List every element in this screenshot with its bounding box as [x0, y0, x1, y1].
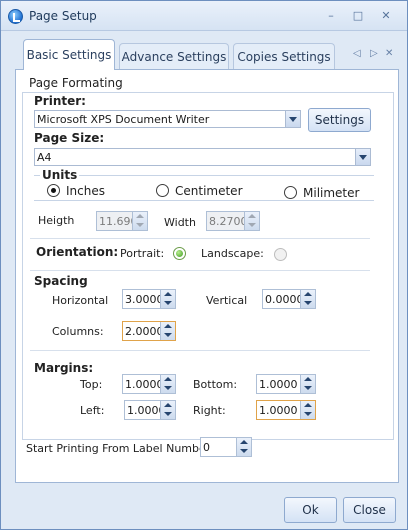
columns-label: Columns:	[52, 325, 104, 338]
close-icon[interactable]: ✕	[379, 9, 393, 23]
printer-select[interactable]: Microsoft XPS Document Writer	[34, 110, 301, 128]
minimize-icon[interactable]: –	[324, 9, 338, 23]
maximize-icon[interactable]: □	[351, 9, 365, 23]
bottom-margin-value: 1.0000	[259, 378, 298, 391]
horizontal-stepper-arrows[interactable]	[160, 290, 175, 308]
units-milimeter-label[interactable]: Milimeter	[303, 186, 359, 200]
window-title: Page Setup	[29, 9, 97, 23]
left-margin-stepper[interactable]: 1.0000	[124, 400, 176, 420]
vertical-stepper-arrows[interactable]	[300, 290, 315, 308]
portrait-radio[interactable]	[173, 247, 186, 260]
tab-prev-icon[interactable]: ◁	[353, 48, 361, 59]
start-label-number-stepper[interactable]: 0	[200, 437, 252, 457]
printer-value: Microsoft XPS Document Writer	[37, 113, 210, 126]
divider	[30, 350, 370, 351]
start-label-number-value: 0	[203, 441, 210, 454]
units-label: Units	[40, 168, 80, 182]
page-formatting-legend: Page Formating	[27, 76, 125, 90]
page-size-label: Page Size:	[34, 131, 105, 145]
page-size-select[interactable]: A4	[34, 148, 371, 166]
top-margin-label: Top:	[80, 378, 103, 391]
app-icon	[8, 9, 23, 24]
vertical-spacing-stepper[interactable]: 0.0000	[262, 289, 316, 309]
horizontal-spacing-stepper[interactable]: 3.0000	[122, 289, 176, 309]
width-value: 8.2700	[209, 215, 248, 228]
margins-label: Margins:	[34, 361, 94, 375]
columns-value: 2.0000	[125, 325, 164, 338]
top-margin-value: 1.0000	[125, 378, 164, 391]
chevron-down-icon[interactable]	[355, 149, 370, 165]
columns-stepper-arrows[interactable]	[160, 322, 175, 340]
right-margin-label: Right:	[193, 404, 226, 417]
landscape-label: Landscape:	[201, 247, 264, 260]
height-stepper: 11.6900	[96, 211, 148, 231]
basic-settings-panel: Page Formating Printer: Microsoft XPS Do…	[15, 69, 399, 483]
tab-copies-settings[interactable]: Copies Settings	[233, 43, 335, 71]
left-margin-label: Left:	[80, 404, 105, 417]
top-margin-stepper-arrows[interactable]	[160, 375, 175, 393]
chevron-down-icon[interactable]	[285, 111, 300, 127]
height-stepper-arrows	[132, 212, 147, 230]
title-bar[interactable]: Page Setup – □ ✕	[1, 1, 407, 31]
right-margin-stepper-arrows[interactable]	[300, 401, 315, 419]
portrait-label: Portrait:	[120, 247, 165, 260]
top-margin-stepper[interactable]: 1.0000	[122, 374, 176, 394]
page-setup-window: Page Setup – □ ✕ Basic Settings Advance …	[0, 0, 408, 530]
columns-stepper[interactable]: 2.0000	[122, 321, 176, 341]
tab-close-icon[interactable]: ✕	[385, 48, 393, 59]
units-inches-label[interactable]: Inches	[66, 184, 105, 198]
divider	[30, 270, 370, 271]
bottom-margin-stepper-arrows[interactable]	[300, 375, 315, 393]
printer-settings-button[interactable]: Settings	[308, 108, 371, 132]
vertical-value: 0.0000	[265, 293, 304, 306]
start-label-number-stepper-arrows[interactable]	[236, 438, 251, 456]
start-printing-label: Start Printing From Label Number	[26, 442, 211, 455]
printer-label: Printer:	[34, 94, 86, 108]
right-margin-stepper[interactable]: 1.0000	[256, 400, 316, 420]
units-centimeter-label[interactable]: Centimeter	[175, 184, 243, 198]
horizontal-label: Horizontal	[52, 294, 109, 307]
units-inches-radio[interactable]	[47, 184, 60, 197]
tab-bar: Basic Settings Advance Settings Copies S…	[15, 39, 399, 71]
spacing-label: Spacing	[34, 274, 88, 288]
close-button[interactable]: Close	[343, 497, 396, 523]
bottom-margin-label: Bottom:	[193, 378, 238, 391]
tab-basic-settings[interactable]: Basic Settings	[23, 39, 115, 70]
divider	[30, 238, 370, 239]
tab-next-icon[interactable]: ▷	[370, 48, 378, 59]
width-stepper-arrows	[244, 212, 259, 230]
width-label: Width	[164, 216, 196, 229]
units-centimeter-radio[interactable]	[156, 184, 169, 197]
vertical-label: Vertical	[206, 294, 248, 307]
units-milimeter-radio[interactable]	[284, 186, 297, 199]
landscape-radio[interactable]	[274, 248, 287, 261]
horizontal-value: 3.0000	[125, 293, 164, 306]
height-label: Heigth	[38, 214, 75, 227]
page-size-value: A4	[37, 151, 52, 164]
bottom-margin-stepper[interactable]: 1.0000	[256, 374, 316, 394]
width-stepper: 8.2700	[206, 211, 260, 231]
right-margin-value: 1.0000	[259, 404, 298, 417]
tab-advance-settings[interactable]: Advance Settings	[119, 43, 229, 71]
orientation-label: Orientation:	[36, 245, 119, 259]
left-margin-stepper-arrows[interactable]	[160, 401, 175, 419]
ok-button[interactable]: Ok	[284, 497, 337, 523]
